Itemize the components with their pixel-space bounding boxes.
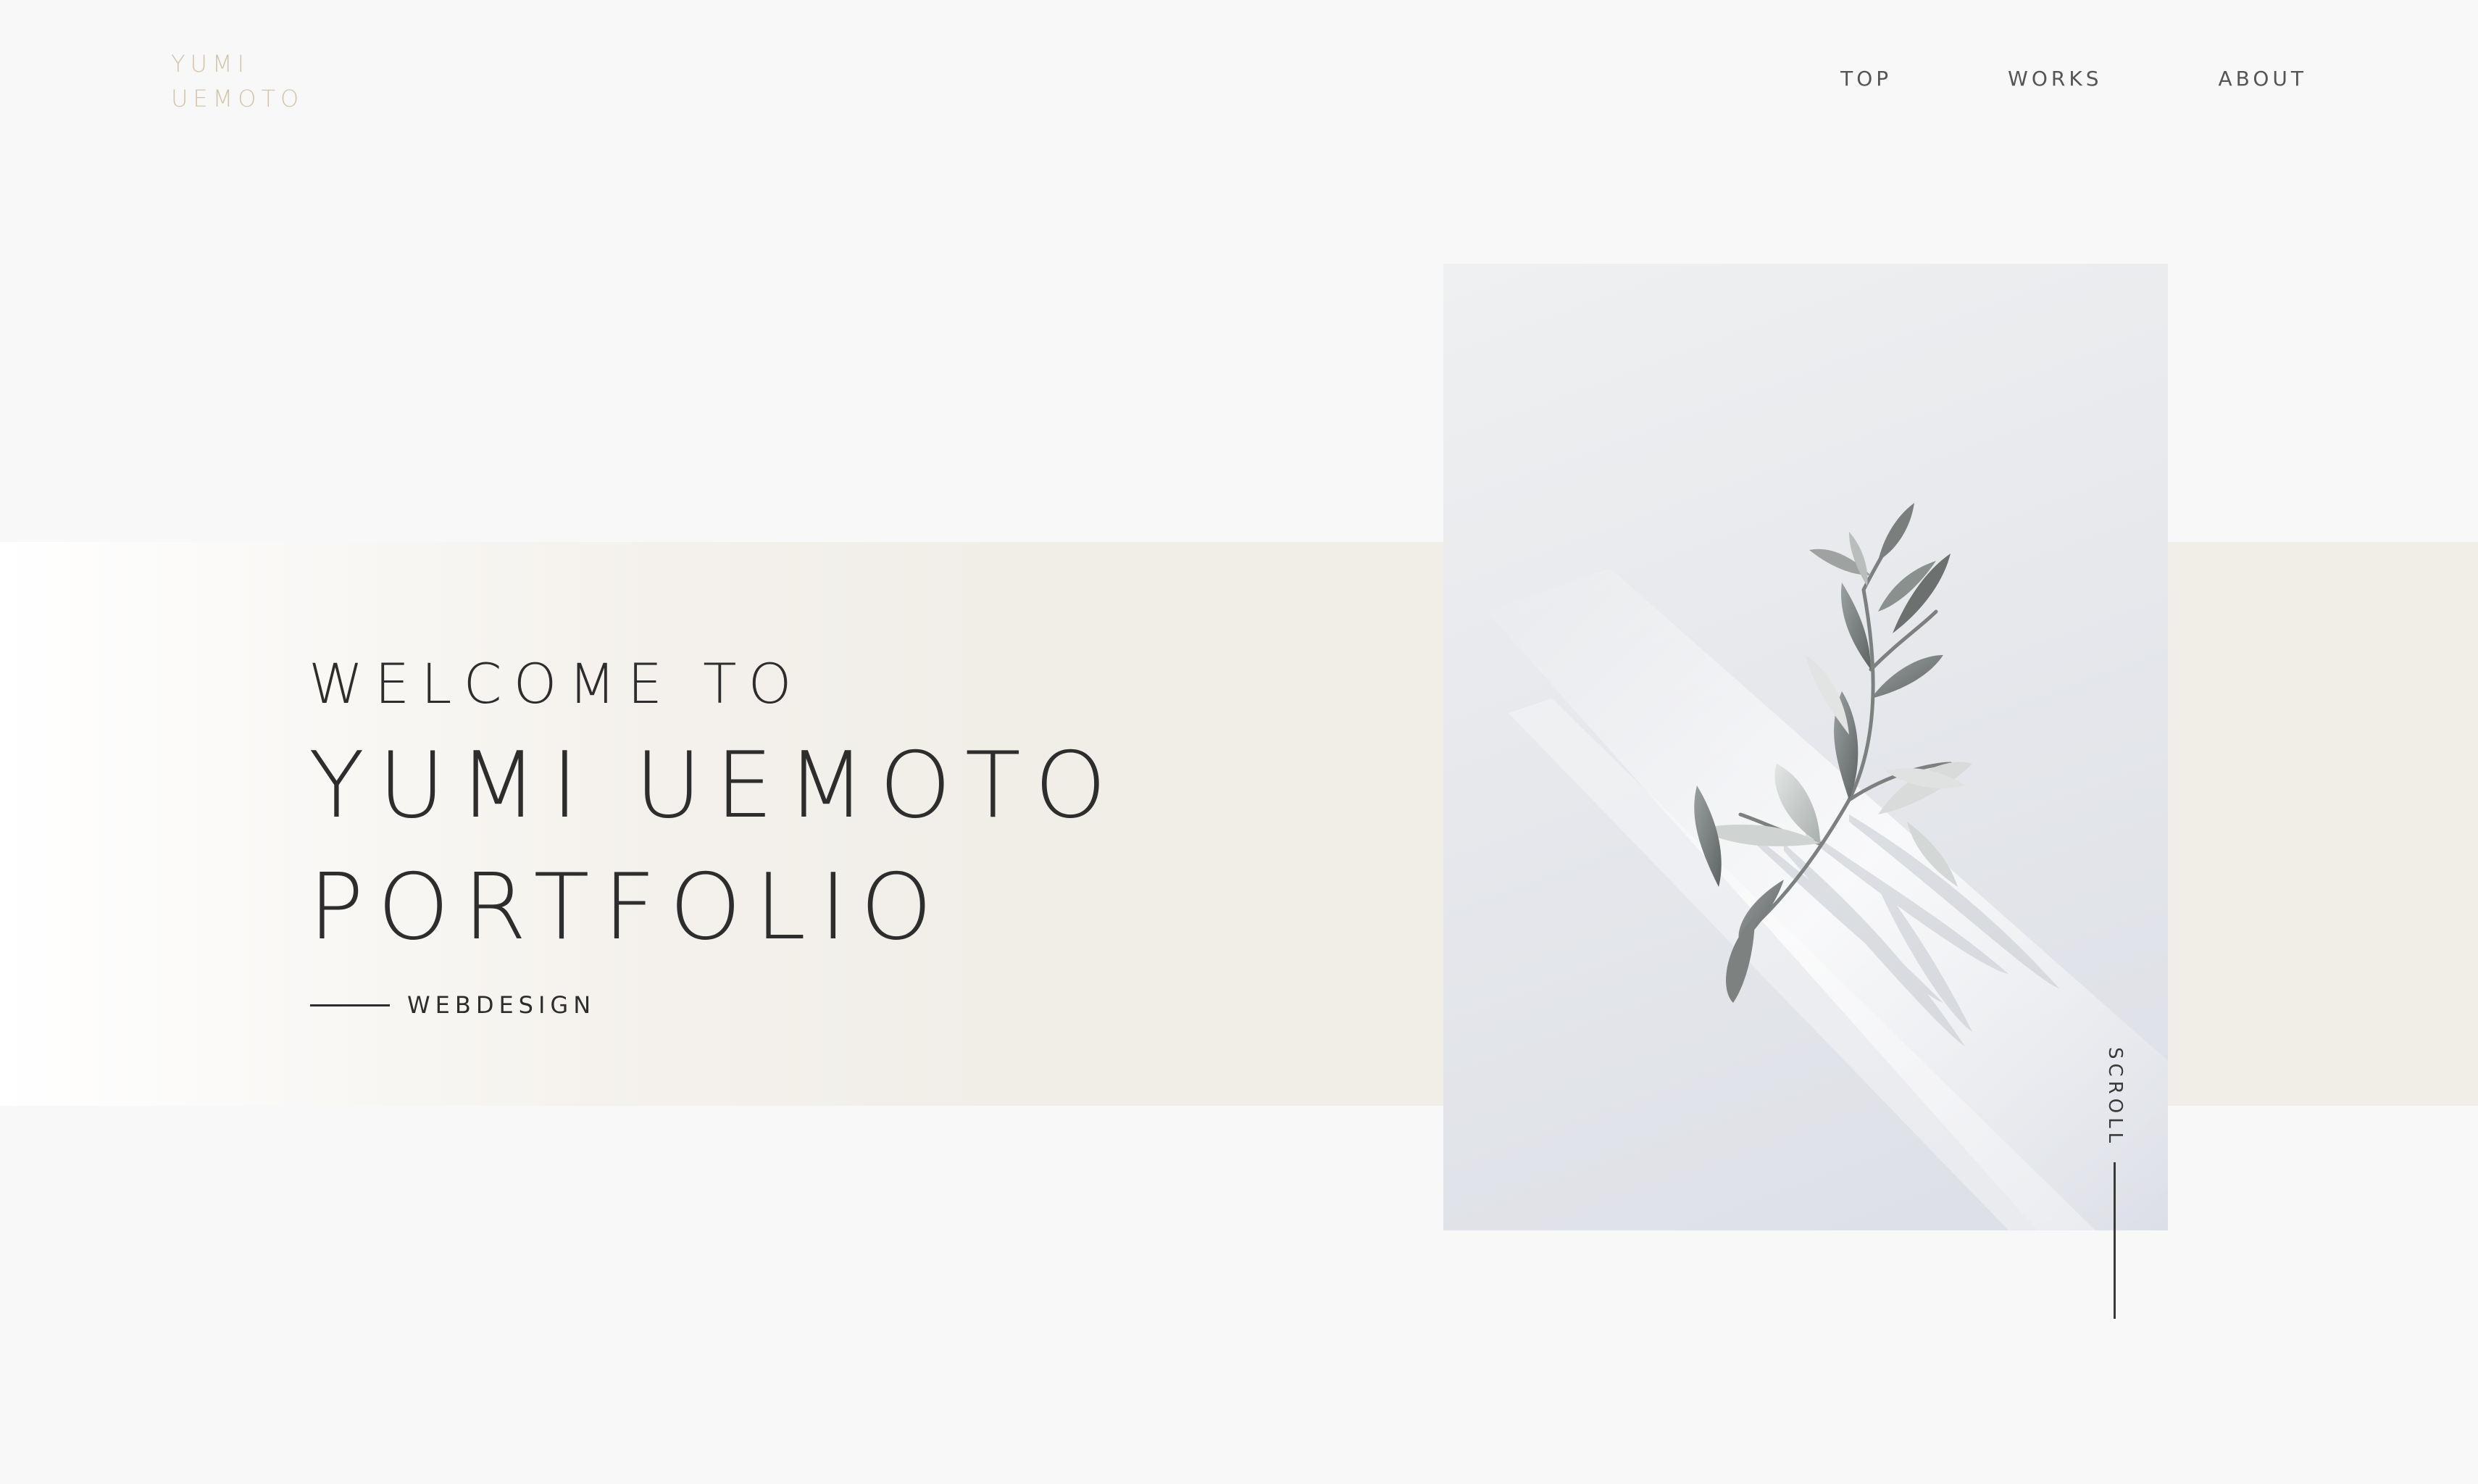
nav-item-top[interactable]: TOP <box>1840 67 1892 91</box>
hero-title-line-1: YUMI UEMOTO <box>309 732 1120 838</box>
hero-subtitle: WEBDESIGN <box>310 991 596 1019</box>
main-nav: TOP WORKS ABOUT <box>1724 64 2307 93</box>
logo-line-1: YUMI <box>171 50 250 78</box>
logo-line-2: UEMOTO <box>171 85 304 112</box>
nav-item-works[interactable]: WORKS <box>2008 67 2102 91</box>
hero-title-line-2: PORTFOLIO <box>309 854 946 960</box>
subtitle-label: WEBDESIGN <box>407 991 596 1019</box>
olive-branch-photo <box>1487 503 2168 1230</box>
hero-photo <box>1443 264 2168 1230</box>
hero-title: YUMI UEMOTO PORTFOLIO <box>309 725 1120 968</box>
hero-welcome: WELCOME TO <box>309 651 804 716</box>
scroll-label[interactable]: SCROLL <box>2104 1047 2126 1147</box>
scroll-line <box>2114 1162 2116 1319</box>
nav-item-about[interactable]: ABOUT <box>2218 67 2307 91</box>
subtitle-divider <box>310 1004 390 1006</box>
logo[interactable]: YUMI UEMOTO <box>171 46 304 116</box>
